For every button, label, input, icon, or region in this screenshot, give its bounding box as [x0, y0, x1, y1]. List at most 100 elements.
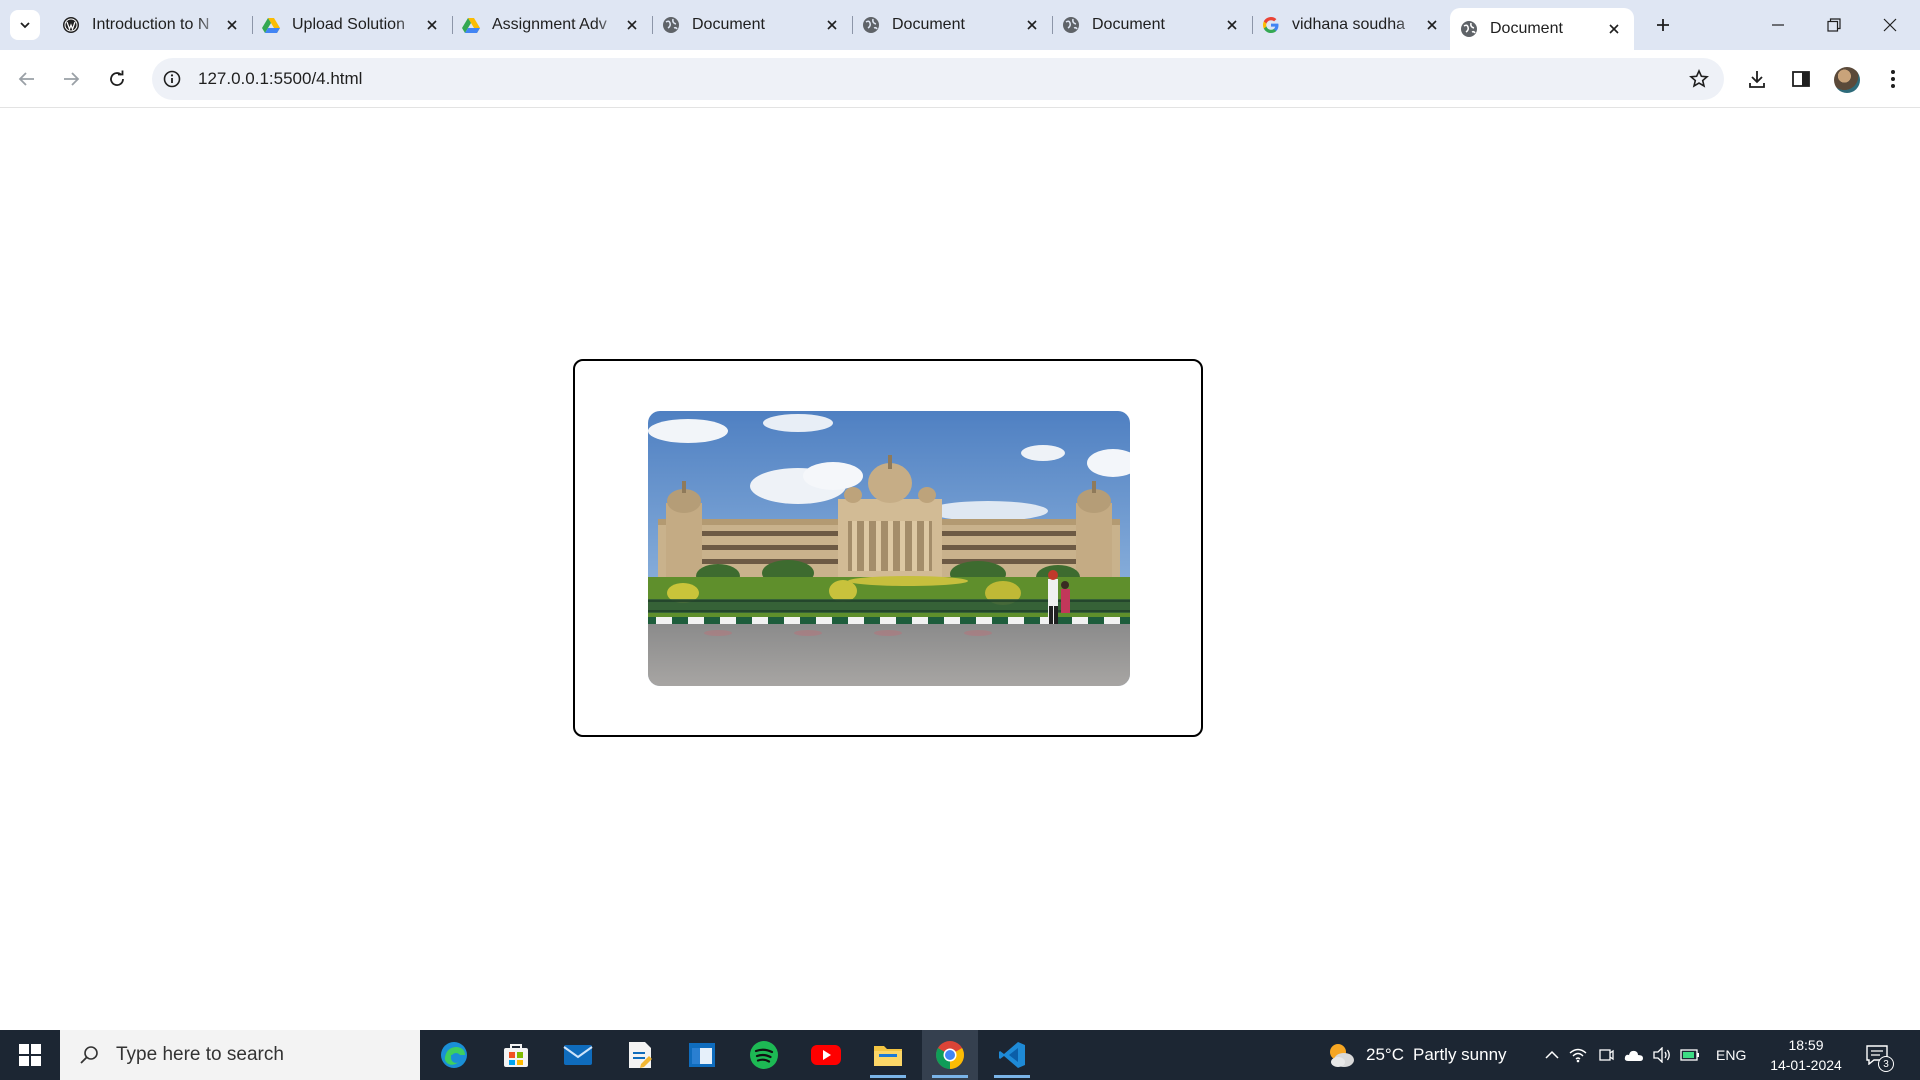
- more-vertical-icon: [1891, 70, 1895, 88]
- tab-title: Document: [1092, 16, 1165, 33]
- weather-widget[interactable]: 25°C Partly sunny: [1326, 1030, 1507, 1080]
- chrome-icon: [936, 1041, 964, 1069]
- onedrive-icon[interactable]: [1620, 1048, 1648, 1062]
- browser-window: Introduction to N Upload Solution Assign…: [0, 0, 1920, 1030]
- tab-title: Introduction to N: [92, 16, 210, 33]
- wordpress-icon: [62, 16, 80, 34]
- spotify-icon: [750, 1041, 778, 1069]
- close-icon[interactable]: [1222, 15, 1242, 35]
- taskbar: Type here to search 25°C Partly sunny EN…: [0, 1030, 1920, 1080]
- volume-icon[interactable]: [1648, 1047, 1676, 1063]
- youtube-icon: [811, 1045, 841, 1065]
- spotify-app[interactable]: [736, 1030, 792, 1080]
- document-edit-icon: [629, 1042, 652, 1068]
- edge-app[interactable]: [426, 1030, 482, 1080]
- mail-icon: [563, 1045, 593, 1065]
- clock[interactable]: 18:59 14-01-2024: [1764, 1035, 1848, 1075]
- tab-vidhana-soudha[interactable]: vidhana soudha: [1252, 8, 1452, 42]
- notepad-app[interactable]: [612, 1030, 668, 1080]
- tab-title: Document: [1490, 20, 1563, 37]
- plus-icon: [1657, 19, 1669, 31]
- vidhana-soudha-photo: [648, 411, 1130, 686]
- bookmark-star-icon[interactable]: [1688, 68, 1710, 90]
- side-panel-icon: [1792, 71, 1810, 87]
- weather-temp: 25°C: [1366, 1045, 1404, 1064]
- minimize-icon: [1772, 24, 1784, 26]
- new-tab-button[interactable]: [1650, 12, 1676, 38]
- globe-icon: [862, 16, 880, 34]
- close-icon: [1883, 18, 1897, 32]
- weather-condition: Partly sunny: [1412, 1045, 1507, 1064]
- store-icon: [504, 1044, 528, 1067]
- search-placeholder: Type here to search: [116, 1044, 284, 1065]
- back-button[interactable]: [10, 62, 44, 96]
- tab-document-2[interactable]: Document: [852, 8, 1052, 42]
- page-viewport: [0, 108, 1920, 1030]
- close-icon[interactable]: [1022, 15, 1042, 35]
- mail-app[interactable]: [550, 1030, 606, 1080]
- tab-introduction[interactable]: Introduction to N: [52, 8, 252, 42]
- search-icon: [78, 1044, 100, 1066]
- address-bar[interactable]: 127.0.0.1:5500/4.html: [152, 58, 1724, 100]
- notification-count-badge: 3: [1878, 1056, 1894, 1072]
- close-icon[interactable]: [1604, 19, 1624, 39]
- partly-sunny-icon: [1330, 1044, 1354, 1067]
- forward-button[interactable]: [54, 62, 88, 96]
- meet-now-icon[interactable]: [1592, 1047, 1620, 1063]
- close-icon[interactable]: [222, 15, 242, 35]
- minimize-button[interactable]: [1750, 0, 1806, 50]
- chevron-down-icon: [20, 22, 30, 29]
- tab-title: Document: [892, 16, 965, 33]
- youtube-app[interactable]: [798, 1030, 854, 1080]
- chrome-app[interactable]: [922, 1030, 978, 1080]
- tab-document-1[interactable]: Document: [652, 8, 852, 42]
- browser-toolbar: 127.0.0.1:5500/4.html: [0, 50, 1920, 108]
- downloads-button[interactable]: [1742, 64, 1772, 94]
- arrow-left-icon: [18, 72, 34, 86]
- language-indicator[interactable]: ENG: [1716, 1047, 1746, 1063]
- side-panel-button[interactable]: [1786, 64, 1816, 94]
- profile-avatar[interactable]: [1834, 67, 1860, 93]
- windows-logo-icon: [19, 1044, 41, 1066]
- battery-icon[interactable]: [1676, 1049, 1704, 1061]
- tab-upload-solution[interactable]: Upload Solution: [252, 8, 452, 42]
- tab-title: Document: [692, 16, 765, 33]
- globe-icon: [1062, 16, 1080, 34]
- menu-button[interactable]: [1878, 64, 1908, 94]
- close-icon[interactable]: [822, 15, 842, 35]
- chevron-up-icon[interactable]: [1540, 1050, 1564, 1060]
- tab-search-button[interactable]: [10, 10, 40, 40]
- window-app-icon: [689, 1043, 715, 1067]
- vscode-icon: [999, 1042, 1025, 1068]
- tab-strip: Introduction to N Upload Solution Assign…: [0, 0, 1920, 50]
- clock-date: 14-01-2024: [1770, 1057, 1842, 1073]
- tab-document-3[interactable]: Document: [1052, 8, 1252, 42]
- tab-document-active[interactable]: Document: [1450, 8, 1634, 50]
- download-icon: [1749, 71, 1765, 88]
- close-icon[interactable]: [622, 15, 642, 35]
- close-window-button[interactable]: [1862, 0, 1918, 50]
- globe-icon: [662, 16, 680, 34]
- notification-center-button[interactable]: 3: [1862, 1040, 1894, 1072]
- app-window[interactable]: [674, 1030, 730, 1080]
- reload-button[interactable]: [100, 62, 134, 96]
- vscode-app[interactable]: [984, 1030, 1040, 1080]
- wifi-icon[interactable]: [1564, 1047, 1592, 1063]
- restore-button[interactable]: [1806, 0, 1862, 50]
- tab-assignment[interactable]: Assignment Adv: [452, 8, 652, 42]
- start-button[interactable]: [0, 1030, 60, 1080]
- system-tray: ENG: [1540, 1030, 1746, 1080]
- info-icon[interactable]: [162, 69, 182, 89]
- tab-title: Upload Solution: [292, 16, 405, 33]
- microsoft-store-app[interactable]: [488, 1030, 544, 1080]
- tab-title: vidhana soudha: [1292, 16, 1405, 33]
- close-icon[interactable]: [422, 15, 442, 35]
- taskbar-search[interactable]: Type here to search: [60, 1030, 420, 1080]
- image-card: [573, 359, 1203, 737]
- restore-icon: [1827, 18, 1841, 32]
- arrow-right-icon: [64, 72, 80, 86]
- close-icon[interactable]: [1422, 15, 1442, 35]
- tab-title: Assignment Adv: [492, 16, 607, 33]
- url-text[interactable]: 127.0.0.1:5500/4.html: [198, 69, 362, 89]
- file-explorer-app[interactable]: [860, 1030, 916, 1080]
